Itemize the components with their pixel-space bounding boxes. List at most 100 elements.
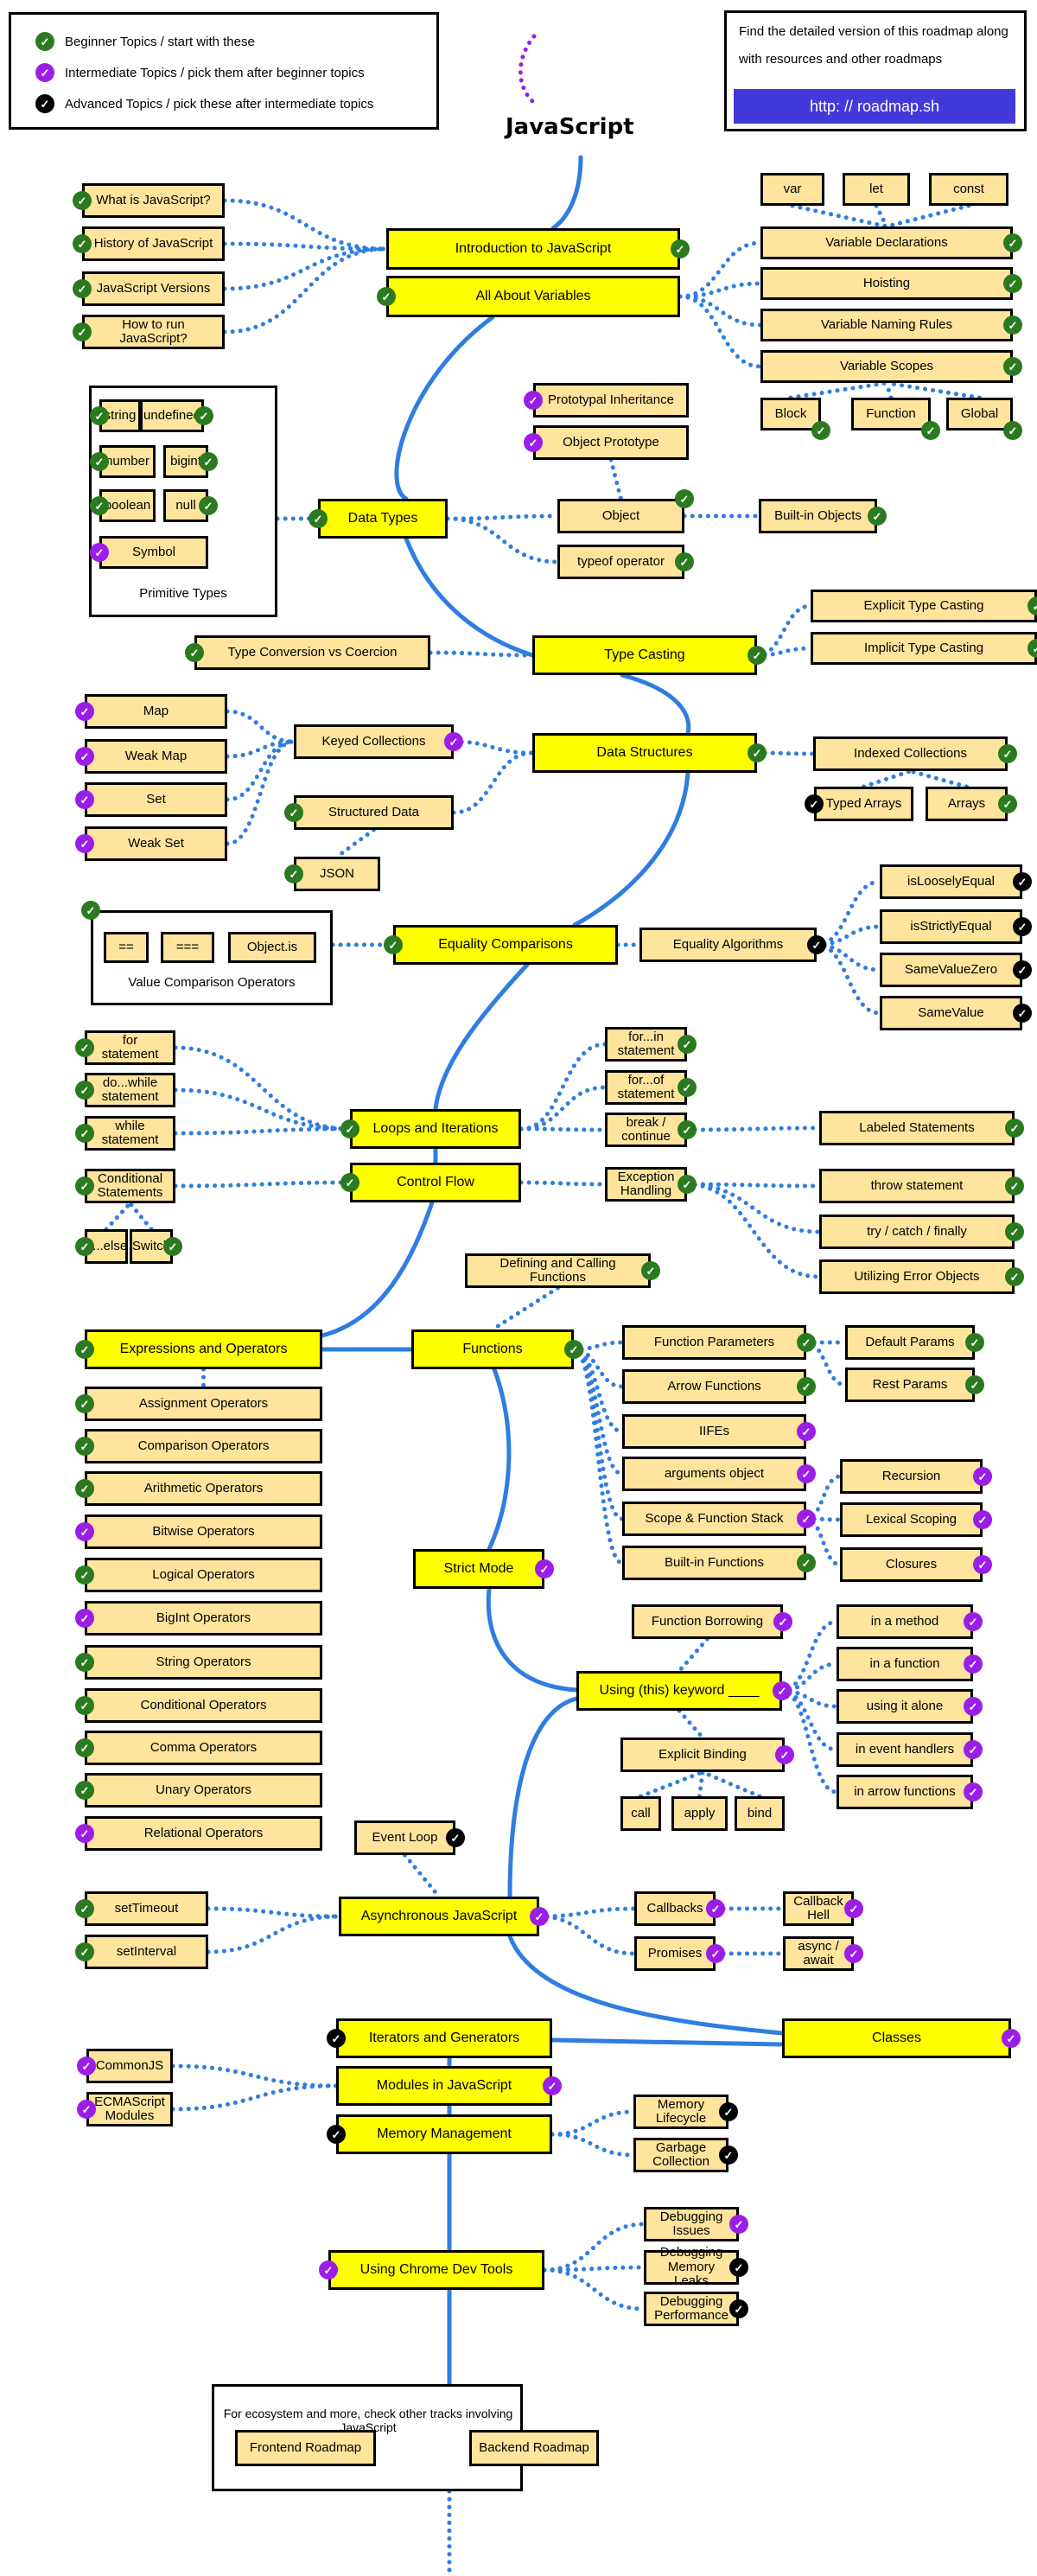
node-exception[interactable]: Exception Handling: [605, 1167, 687, 1202]
node-eq2[interactable]: ==: [104, 932, 149, 963]
node-samezero[interactable]: SameValueZero: [880, 953, 1022, 987]
node-argsobj[interactable]: arguments object: [622, 1457, 806, 1491]
node-closures[interactable]: Closures: [840, 1547, 983, 1582]
node-alone[interactable]: using it alone: [837, 1689, 973, 1724]
node-whilestmt[interactable]: while statement: [85, 1116, 175, 1151]
node-structured[interactable]: Structured Data: [294, 795, 454, 830]
node-assignop[interactable]: Assignment Operators: [85, 1387, 322, 1421]
node-history[interactable]: History of JavaScript: [82, 226, 225, 261]
node-thiskw[interactable]: Using (this) keyword ____: [576, 1671, 782, 1711]
node-asyncawait[interactable]: async / await: [783, 1936, 854, 1971]
node-objproto[interactable]: Object Prototype: [533, 425, 689, 460]
node-howrun[interactable]: How to run JavaScript?: [82, 315, 225, 349]
node-condop[interactable]: Conditional Operators: [85, 1688, 322, 1723]
node-bind[interactable]: bind: [735, 1796, 785, 1831]
node-memory[interactable]: Memory Management: [336, 2114, 552, 2154]
node-samevalue[interactable]: SameValue: [880, 996, 1022, 1030]
node-hoisting[interactable]: Hoisting: [760, 267, 1013, 300]
node-commonjs[interactable]: CommonJS: [86, 2049, 173, 2083]
node-commaop[interactable]: Comma Operators: [85, 1731, 322, 1765]
node-let[interactable]: let: [843, 173, 910, 206]
node-debugperf[interactable]: Debugging Performance: [644, 2292, 739, 2326]
node-recursion[interactable]: Recursion: [840, 1459, 983, 1494]
node-forstmt[interactable]: for statement: [85, 1030, 175, 1065]
node-stringop[interactable]: String Operators: [85, 1645, 322, 1680]
node-forof[interactable]: for...of statement: [605, 1070, 687, 1105]
node-eventloop[interactable]: Event Loop: [354, 1820, 455, 1855]
roadmap-link-button[interactable]: http: // roadmap.sh: [734, 89, 1015, 124]
node-unaryop[interactable]: Unary Operators: [85, 1773, 322, 1808]
node-global[interactable]: Global: [946, 398, 1013, 430]
node-callbackhell[interactable]: Callback Hell: [783, 1891, 854, 1926]
node-labeled[interactable]: Labeled Statements: [819, 1111, 1015, 1145]
node-throw[interactable]: throw statement: [819, 1169, 1015, 1203]
node-weakmap[interactable]: Weak Map: [85, 739, 227, 774]
node-builtinobj[interactable]: Built-in Objects: [759, 499, 877, 533]
frontend-roadmap-button[interactable]: Frontend Roadmap: [235, 2430, 376, 2466]
node-errorobj[interactable]: Utilizing Error Objects: [819, 1259, 1015, 1294]
node-bitwiseop[interactable]: Bitwise Operators: [85, 1514, 322, 1549]
node-relop[interactable]: Relational Operators: [85, 1816, 322, 1851]
node-vardecl[interactable]: Variable Declarations: [760, 226, 1013, 259]
node-json[interactable]: JSON: [294, 857, 380, 891]
node-restparams[interactable]: Rest Params: [845, 1368, 975, 1402]
node-defcall[interactable]: Defining and Calling Functions: [465, 1253, 651, 1288]
node-setinterval[interactable]: setInterval: [85, 1935, 208, 1969]
node-scopes[interactable]: Variable Scopes: [760, 350, 1013, 383]
node-indexed[interactable]: Indexed Collections: [813, 736, 1008, 771]
node-object[interactable]: Object: [557, 499, 684, 533]
node-scopestack[interactable]: Scope & Function Stack: [622, 1502, 806, 1536]
node-expressions[interactable]: Expressions and Operators: [85, 1329, 322, 1369]
node-const[interactable]: const: [929, 173, 1008, 206]
node-weakset[interactable]: Weak Set: [85, 826, 227, 861]
node-keyed[interactable]: Keyed Collections: [294, 724, 454, 759]
node-objectis[interactable]: Object.is: [228, 932, 316, 963]
node-settimeout[interactable]: setTimeout: [85, 1891, 208, 1926]
backend-roadmap-button[interactable]: Backend Roadmap: [469, 2430, 599, 2466]
node-map[interactable]: Map: [85, 694, 227, 729]
node-arrowfn[interactable]: Arrow Functions: [622, 1369, 806, 1404]
node-versions[interactable]: JavaScript Versions: [82, 271, 225, 306]
node-memlifecycle[interactable]: Memory Lifecycle: [633, 2095, 728, 2129]
node-promises[interactable]: Promises: [634, 1936, 716, 1971]
node-compop[interactable]: Comparison Operators: [85, 1429, 322, 1463]
node-call[interactable]: call: [620, 1796, 661, 1831]
node-set[interactable]: Set: [85, 782, 227, 817]
node-classes[interactable]: Classes: [782, 2018, 1011, 2058]
node-protoinh[interactable]: Prototypal Inheritance: [533, 383, 689, 418]
node-function-scope[interactable]: Function: [851, 398, 931, 430]
node-devtools[interactable]: Using Chrome Dev Tools: [328, 2250, 544, 2290]
node-explicitbind[interactable]: Explicit Binding: [620, 1738, 785, 1772]
node-infunction[interactable]: in a function: [837, 1647, 973, 1681]
node-symbol[interactable]: Symbol: [99, 536, 208, 569]
node-logicalop[interactable]: Logical Operators: [85, 1558, 322, 1592]
node-loosely[interactable]: isLooselyEqual: [880, 864, 1022, 899]
node-variables[interactable]: All About Variables: [386, 276, 680, 317]
node-async[interactable]: Asynchronous JavaScript: [339, 1897, 539, 1936]
node-conditional[interactable]: Conditional Statements: [85, 1169, 175, 1203]
node-defaultparams[interactable]: Default Params: [845, 1325, 975, 1360]
node-lexical[interactable]: Lexical Scoping: [840, 1502, 983, 1537]
node-debugissues[interactable]: Debugging Issues: [644, 2207, 739, 2241]
node-what[interactable]: What is JavaScript?: [82, 183, 225, 218]
node-modules[interactable]: Modules in JavaScript: [336, 2066, 552, 2106]
node-dowhile[interactable]: do...while statement: [85, 1073, 175, 1107]
node-naming[interactable]: Variable Naming Rules: [760, 309, 1013, 341]
node-intro[interactable]: Introduction to JavaScript: [386, 228, 680, 270]
node-controlflow[interactable]: Control Flow: [350, 1163, 521, 1202]
node-apply[interactable]: apply: [671, 1796, 728, 1831]
node-functions[interactable]: Functions: [411, 1329, 574, 1369]
node-var[interactable]: var: [760, 173, 824, 206]
node-datatypes[interactable]: Data Types: [318, 499, 448, 539]
node-typeof[interactable]: typeof operator: [557, 545, 684, 579]
node-iterators[interactable]: Iterators and Generators: [336, 2018, 552, 2058]
node-typecasting[interactable]: Type Casting: [532, 635, 757, 675]
node-arithop[interactable]: Arithmetic Operators: [85, 1471, 322, 1506]
node-fnborrow[interactable]: Function Borrowing: [632, 1604, 783, 1639]
node-loops[interactable]: Loops and Iterations: [350, 1109, 521, 1149]
node-gc[interactable]: Garbage Collection: [633, 2138, 728, 2172]
node-equality[interactable]: Equality Comparisons: [393, 925, 618, 965]
node-strictly[interactable]: isStrictlyEqual: [880, 909, 1022, 944]
node-datastructures[interactable]: Data Structures: [532, 733, 757, 773]
node-funcparams[interactable]: Function Parameters: [622, 1325, 806, 1360]
